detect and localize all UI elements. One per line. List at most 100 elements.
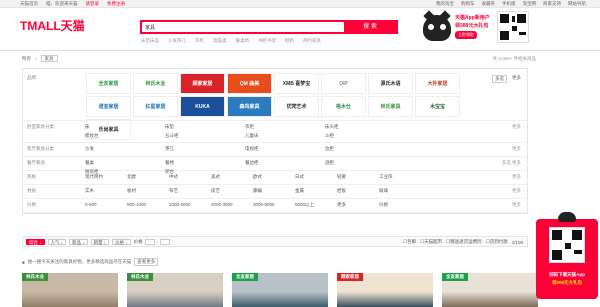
hotword-6[interactable]: 鞋柜 (285, 38, 294, 44)
filter-value[interactable]: 欧式 (253, 174, 295, 180)
sort-option-3[interactable]: ☐货到付款 (486, 239, 508, 245)
topbar-link-6[interactable]: 网站导航 (568, 1, 586, 7)
filter-value[interactable]: 藤编 (253, 188, 295, 194)
search-button[interactable]: 搜 索 (344, 22, 396, 32)
sort-0[interactable]: 综合 ↓ (26, 239, 45, 245)
brand-logo-2[interactable]: 顾家家居 (180, 73, 225, 94)
filter-value[interactable]: 1000-2000 (169, 202, 211, 208)
hotword-7[interactable]: 简约家具 (303, 38, 321, 44)
brand-logo-7[interactable]: 大朴家居 (415, 73, 460, 94)
brand-logo-9[interactable]: 红星家居 (133, 96, 178, 117)
filter-more-button[interactable]: 更多 (512, 146, 521, 152)
sort-4[interactable]: 价格 ↓ (112, 239, 131, 245)
sort-option-1[interactable]: ☐天猫超市 (420, 239, 442, 245)
multi-select-button[interactable]: 多选 (492, 75, 507, 83)
filter-value[interactable]: 五斗柜 (165, 133, 245, 139)
filter-value[interactable]: 茶几 (165, 146, 245, 152)
filter-value[interactable]: 床 (85, 124, 165, 130)
brand-logo-10[interactable]: KUKA (180, 96, 225, 117)
topbar-link-5[interactable]: 商家支持 (543, 1, 561, 7)
filter-value[interactable]: 轻奢 (337, 174, 379, 180)
brand-logo-3[interactable]: QM 曲美 (227, 73, 272, 94)
filter-value[interactable]: 更多 (337, 202, 379, 208)
price-max-input[interactable] (160, 239, 171, 245)
filter-value[interactable]: 酒柜 (325, 160, 405, 166)
topbar-link-4[interactable]: 淘宝网 (523, 1, 537, 7)
hotword-2[interactable]: 衣柜 (195, 38, 204, 44)
filter-value[interactable]: 梳妆台 (85, 133, 165, 139)
product-card[interactable]: 全友家居 (232, 273, 328, 307)
price-range[interactable]: 价格 - (134, 239, 171, 245)
brand-logo-15[interactable]: 木宝宝 (415, 96, 460, 117)
topbar-left-3[interactable]: 免费注册 (107, 1, 125, 7)
filter-value[interactable]: 儿童床 (245, 133, 325, 139)
product-card[interactable]: 顾家家居 (337, 273, 433, 307)
product-card[interactable]: 林氏木业 (22, 273, 118, 307)
brand-logo-4[interactable]: XMB 喜梦宝 (274, 73, 319, 94)
sort-option-2[interactable]: ☐赠送退货运费险 (446, 239, 482, 245)
filter-value[interactable]: 5000以上 (295, 202, 337, 208)
filter-more-button[interactable]: 多选 更多 (502, 160, 521, 166)
topbar-link-2[interactable]: 收藏夹 (482, 1, 496, 7)
filter-value[interactable]: 餐桌 (85, 160, 165, 166)
hotword-3[interactable]: 电脑桌 (213, 38, 227, 44)
filter-value[interactable]: 500-1000 (127, 202, 169, 208)
filter-value[interactable]: 现代简约 (85, 174, 127, 180)
hotword-5[interactable]: 书柜书架 (258, 38, 276, 44)
filter-value[interactable]: 皮艺 (211, 188, 253, 194)
notice-button[interactable]: 查看更多 (134, 258, 159, 266)
sort-3[interactable]: 销量 ↓ (90, 239, 110, 245)
filter-value[interactable]: 日式 (295, 174, 337, 180)
brand-logo-5[interactable]: OIP (321, 73, 366, 94)
filter-value[interactable]: 餐边柜 (245, 160, 325, 166)
sort-1[interactable]: 人气 ↓ (47, 239, 67, 245)
breadcrumb-tag[interactable]: 家具 (40, 55, 58, 62)
filter-more-button[interactable]: 更多 (512, 124, 521, 130)
sort-2[interactable]: 新品 ↓ (69, 239, 88, 245)
brand-logo-6[interactable]: 源氏木语 (368, 73, 413, 94)
filter-value[interactable]: 玻璃 (379, 188, 421, 194)
hotword-4[interactable]: 餐桌椅 (236, 38, 250, 44)
brand-logo-11[interactable]: 森鸟家具 (227, 96, 272, 117)
filter-value[interactable]: 工业风 (379, 174, 421, 180)
filter-value[interactable]: 板材 (127, 188, 169, 194)
brand-logo-12[interactable]: 优梵艺术 (274, 96, 319, 117)
topbar-left-2[interactable]: 请登录 (86, 1, 100, 7)
topbar-link-0[interactable]: 我的淘宝 (436, 1, 454, 7)
hotword-0[interactable]: 床垫床品 (141, 38, 159, 44)
filter-value[interactable]: 床垫 (165, 124, 245, 130)
filter-more-button[interactable]: 更多 (512, 188, 521, 194)
side-app-ad[interactable]: 扫码下载天猫App 领388元大礼包 (536, 212, 598, 299)
brand-logo-14[interactable]: 林氏家具 (368, 96, 413, 117)
more-brands-button[interactable]: 更多 (512, 75, 521, 83)
product-card[interactable]: 全友家居 (442, 273, 538, 307)
brand-logo-0[interactable]: 全友家居 (86, 73, 131, 94)
filter-value[interactable]: 餐椅 (165, 160, 245, 166)
brand-logo-13[interactable]: 格木仕 (321, 96, 366, 117)
brand-logo-1[interactable]: 林氏木业 (133, 73, 178, 94)
topbar-link-1[interactable]: 购物车 (461, 1, 475, 7)
filter-value[interactable]: 2000-3000 (211, 202, 253, 208)
filter-value[interactable]: 衣柜 (245, 124, 325, 130)
search-input[interactable] (142, 22, 342, 32)
filter-value[interactable]: 中式 (169, 174, 211, 180)
sort-option-0[interactable]: ☐包邮 (403, 239, 416, 245)
product-card[interactable]: 林氏木业 (127, 273, 223, 307)
filter-value[interactable]: 沙发 (85, 146, 165, 152)
filter-value[interactable]: 布艺 (169, 188, 211, 194)
filter-value[interactable]: 边柜 (325, 146, 405, 152)
topbar-link-3[interactable]: 手机版 (502, 1, 516, 7)
filter-value[interactable]: 0-500 (85, 202, 127, 208)
filter-value[interactable]: 3000-5000 (253, 202, 295, 208)
filter-value[interactable]: 北欧 (127, 174, 169, 180)
filter-value[interactable]: 金属 (295, 188, 337, 194)
filter-more-button[interactable]: 更多 (512, 174, 521, 180)
brand-logo-8[interactable]: 诺亚家居 (86, 96, 131, 117)
filter-value[interactable]: 美式 (211, 174, 253, 180)
filter-value[interactable]: 床头柜 (325, 124, 405, 130)
tmall-logo[interactable]: TMALL天猫 (20, 17, 85, 34)
promo-cta[interactable]: 立即领取 (455, 31, 477, 39)
price-min-input[interactable] (144, 239, 155, 245)
filter-value[interactable]: 电视柜 (245, 146, 325, 152)
filter-value[interactable]: 岩板 (337, 188, 379, 194)
